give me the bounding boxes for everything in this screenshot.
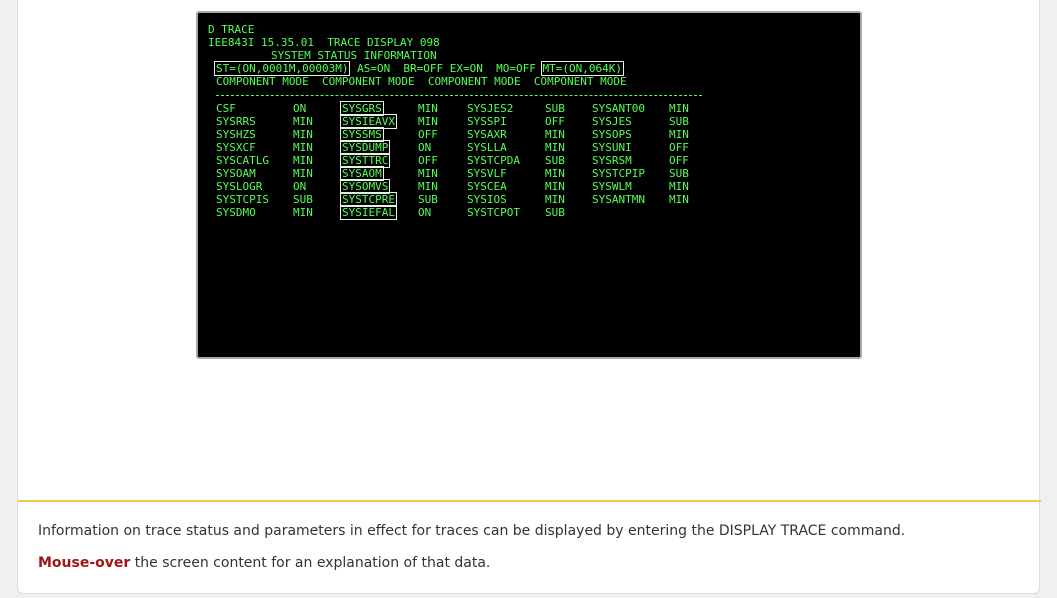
info-text: Information on trace status and paramete… [38, 523, 906, 539]
component-name: SYSIOS [467, 193, 507, 206]
component-name: SYSRRS [216, 115, 256, 128]
component-name: SYSHZS [216, 128, 256, 141]
component-mode: SUB [669, 167, 689, 180]
mouseover-rest: the screen content for an explanation of… [130, 555, 491, 571]
component-name: SYSANT00 [592, 102, 645, 115]
component-name: SYSOPS [592, 128, 632, 141]
header-separator [216, 95, 702, 96]
component-mode: OFF [669, 154, 689, 167]
component-mode: MIN [669, 102, 689, 115]
component-mode: SUB [545, 154, 565, 167]
component-mode: MIN [669, 193, 689, 206]
component-mode: MIN [293, 167, 313, 180]
component-name: SYSTCPIS [216, 193, 269, 206]
component-mode: MIN [545, 141, 565, 154]
component-mode: SUB [418, 193, 438, 206]
component-name: SYSANTMN [592, 193, 645, 206]
component-mode: MIN [418, 180, 438, 193]
component-mode: OFF [418, 128, 438, 141]
trace-display-message: IEE843I 15.35.01 TRACE DISPLAY 098 [208, 36, 440, 49]
component-name: SYSJES2 [467, 102, 514, 115]
component-mode: MIN [418, 167, 438, 180]
component-mode: MIN [669, 128, 689, 141]
component-name: SYSLOGR [216, 180, 263, 193]
component-name: SYSSPI [467, 115, 507, 128]
component-name: SYSAXR [467, 128, 507, 141]
mouseover-emphasis: Mouse-over [38, 555, 131, 571]
component-mode: ON [418, 141, 432, 154]
component-name: SYSUNI [592, 141, 632, 154]
component-mode: ON [293, 180, 307, 193]
component-mode: ON [293, 102, 307, 115]
component-name: SYSTCPOT [467, 206, 520, 219]
component-mode: SUB [545, 102, 565, 115]
component-mode-header: COMPONENT MODE COMPONENT MODE COMPONENT … [216, 75, 627, 88]
trace-parameters-line: ST=(ON,0001M,00003M) AS=ON BR=OFF EX=ON … [214, 61, 624, 76]
component-mode: OFF [545, 115, 565, 128]
section-divider [18, 500, 1041, 502]
component-mode: MIN [545, 128, 565, 141]
component-name[interactable]: SYSIEFAL [340, 205, 397, 220]
component-name: SYSLLA [467, 141, 507, 154]
component-name: SYSXCF [216, 141, 256, 154]
component-name: SYSTCPDA [467, 154, 520, 167]
component-mode: MIN [545, 167, 565, 180]
component-name: SYSCEA [467, 180, 507, 193]
trace-display-screen[interactable]: D TRACE IEE843I 15.35.01 TRACE DISPLAY 0… [196, 11, 862, 359]
component-mode: OFF [669, 141, 689, 154]
component-mode: MIN [293, 154, 313, 167]
component-name: SYSCATLG [216, 154, 269, 167]
component-name: SYSWLM [592, 180, 632, 193]
component-mode: MIN [545, 180, 565, 193]
component-mode: MIN [418, 115, 438, 128]
component-name: SYSDMO [216, 206, 256, 219]
component-mode: MIN [293, 115, 313, 128]
component-name: SYSVLF [467, 167, 507, 180]
component-mode: OFF [418, 154, 438, 167]
component-mode: SUB [293, 193, 313, 206]
component-mode: ON [418, 206, 432, 219]
component-mode: MIN [293, 141, 313, 154]
mouseover-instruction: Mouse-over the screen content for an exp… [38, 555, 490, 571]
component-mode: SUB [545, 206, 565, 219]
component-mode: MIN [293, 128, 313, 141]
component-mode: SUB [669, 115, 689, 128]
component-name: SYSTCPIP [592, 167, 645, 180]
component-name: CSF [216, 102, 236, 115]
component-mode: MIN [418, 102, 438, 115]
component-mode: MIN [669, 180, 689, 193]
mt-parameter-box[interactable]: MT=(ON,064K) [540, 61, 624, 76]
component-name: SYSRSM [592, 154, 632, 167]
command-line: D TRACE [208, 23, 255, 36]
content-card: D TRACE IEE843I 15.35.01 TRACE DISPLAY 0… [17, 0, 1041, 594]
component-mode: MIN [293, 206, 313, 219]
component-mode: MIN [545, 193, 565, 206]
component-name: SYSJES [592, 115, 632, 128]
trace-options: AS=ON BR=OFF EX=ON MO=OFF [350, 62, 543, 75]
component-name: SYSOAM [216, 167, 256, 180]
st-parameter-box[interactable]: ST=(ON,0001M,00003M) [214, 61, 351, 76]
